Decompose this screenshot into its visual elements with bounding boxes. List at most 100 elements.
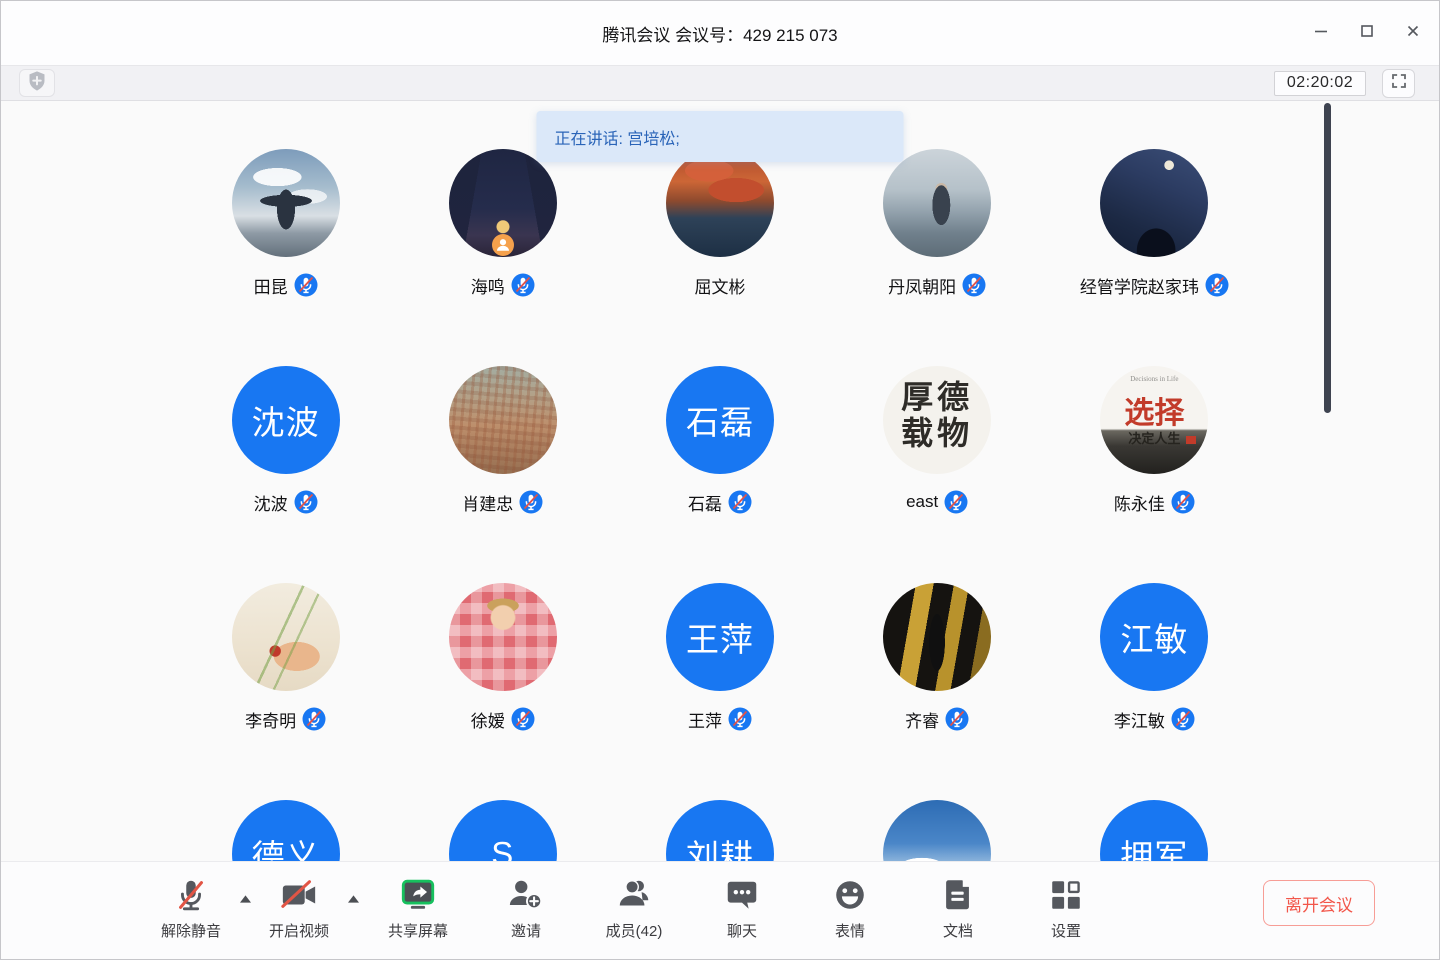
participant-tile[interactable]: 石磊石磊: [611, 366, 828, 516]
participant-tile[interactable]: 江敏李江敏: [1046, 583, 1263, 733]
participant-name-row: 李江敏: [1114, 705, 1195, 733]
avatar-initials: 石磊: [686, 396, 754, 444]
fullscreen-icon: [1390, 72, 1408, 95]
participant-name: 经管学院赵家玮: [1080, 273, 1199, 298]
participant-name: 李奇明: [245, 707, 296, 732]
participant-tile[interactable]: S: [394, 800, 611, 863]
avatar-initials: 沈波: [252, 396, 320, 444]
participant-tile[interactable]: 屈文彬: [611, 149, 828, 299]
emoji-label: 表情: [835, 920, 865, 941]
security-shield-button[interactable]: [19, 69, 55, 97]
share-screen-button[interactable]: 共享屏幕: [364, 862, 472, 941]
muted-mic-icon: [728, 707, 752, 731]
participant-tile[interactable]: 齐睿: [829, 583, 1046, 733]
close-button[interactable]: [1403, 23, 1423, 43]
meeting-timer: 02:20:02: [1274, 71, 1366, 96]
start-video-label: 开启视频: [269, 920, 329, 941]
docs-icon: [939, 875, 977, 915]
avatar-photo-night-lantern: [449, 149, 557, 257]
muted-mic-icon: [511, 707, 535, 731]
participant-name-row: 屈文彬: [694, 271, 745, 299]
minimize-button[interactable]: [1311, 23, 1331, 43]
participant-tile[interactable]: 徐嫒: [394, 583, 611, 733]
participant-name: 王萍: [688, 707, 722, 732]
members-icon: [615, 875, 653, 915]
avatar-photo-city-aerial: [449, 366, 557, 474]
unmute-label: 解除静音: [161, 920, 221, 941]
participant-name: 李江敏: [1114, 707, 1165, 732]
participant-name-row: 沈波: [254, 488, 318, 516]
emoji-button[interactable]: 表情: [796, 862, 904, 941]
participant-tile[interactable]: 田昆: [177, 149, 394, 299]
avatar: 沈波: [232, 366, 340, 474]
window-title: 腾讯会议 会议号：429 215 073: [602, 21, 837, 46]
share-screen-icon: [399, 875, 437, 915]
participant-tile[interactable]: 王萍王萍: [611, 583, 828, 733]
avatar-photo-lakeside-hiker: [883, 149, 991, 257]
muted-mic-icon: [1171, 490, 1195, 514]
avatar-initials: 刘耕: [686, 830, 754, 863]
avatar-photo-clouds: [883, 800, 991, 863]
avatar-initials: S: [491, 835, 514, 863]
participant-tile[interactable]: 经管学院赵家玮: [1046, 149, 1263, 299]
muted-mic-icon: [294, 490, 318, 514]
participant-name-row: 王萍: [688, 705, 752, 733]
members-button[interactable]: 成员(42): [580, 862, 688, 941]
participant-tile[interactable]: 厚德载物east: [829, 366, 1046, 516]
participant-name: 丹凤朝阳: [888, 273, 956, 298]
participant-name-row: 徐嫒: [471, 705, 535, 733]
participant-tile[interactable]: 拥军: [1046, 800, 1263, 863]
avatar: S: [449, 800, 557, 863]
scrollbar-thumb[interactable]: [1324, 103, 1331, 413]
participant-name-row: 田昆: [254, 271, 318, 299]
chat-label: 聊天: [727, 920, 757, 941]
emoji-icon: [831, 875, 869, 915]
settings-icon: [1047, 875, 1085, 915]
muted-mic-icon: [962, 273, 986, 297]
docs-label: 文档: [943, 920, 973, 941]
leave-meeting-button[interactable]: 离开会议: [1263, 880, 1375, 926]
participant-name-row: 陈永佳: [1114, 488, 1195, 516]
top-ribbon: 02:20:02: [1, 65, 1439, 101]
avatar-initials: 拥军: [1120, 830, 1188, 863]
participant-name: 肖建忠: [462, 490, 513, 515]
participant-tile[interactable]: 李奇明: [177, 583, 394, 733]
avatar-photo-autumn-lake: [666, 149, 774, 257]
avatar: 江敏: [1100, 583, 1208, 691]
participant-tile[interactable]: 德义: [177, 800, 394, 863]
camera-off-icon: [280, 875, 318, 915]
settings-button[interactable]: 设置: [1012, 862, 1120, 941]
muted-mic-icon: [945, 707, 969, 731]
participant-tile[interactable]: 肖建忠: [394, 366, 611, 516]
participant-grid: 田昆海鸣屈文彬丹凤朝阳经管学院赵家玮沈波沈波肖建忠石磊石磊厚德载物eastDec…: [177, 101, 1263, 863]
participant-tile[interactable]: 沈波沈波: [177, 366, 394, 516]
participant-tile[interactable]: 海鸣: [394, 149, 611, 299]
participant-name: 陈永佳: [1114, 490, 1165, 515]
tencent-meeting-window: 腾讯会议 会议号：429 215 073 02:20:02 正在讲话: 宫培松;…: [0, 0, 1440, 960]
participant-name: east: [906, 492, 938, 512]
invite-button[interactable]: 邀请: [472, 862, 580, 941]
window-controls: [1311, 1, 1423, 65]
participant-tile[interactable]: Decisions in Life选择决定人生陈永佳: [1046, 366, 1263, 516]
unmute-button[interactable]: 解除静音: [137, 862, 245, 941]
fullscreen-button[interactable]: [1382, 69, 1415, 98]
avatar-photo-book-cover: Decisions in Life选择决定人生: [1100, 366, 1208, 474]
maximize-button[interactable]: [1357, 23, 1377, 43]
participant-tile[interactable]: 丹凤朝阳: [829, 149, 1046, 299]
participant-tile[interactable]: [829, 800, 1046, 863]
avatar-photo-night-moon: [1100, 149, 1208, 257]
docs-button[interactable]: 文档: [904, 862, 1012, 941]
avatar-overlay-top: Decisions in Life: [1100, 375, 1208, 383]
maximize-icon: [1359, 23, 1375, 44]
muted-mic-icon: [511, 273, 535, 297]
participant-tile[interactable]: 刘耕: [611, 800, 828, 863]
close-icon: [1405, 23, 1421, 44]
start-video-button[interactable]: 开启视频: [245, 862, 353, 941]
avatar: 石磊: [666, 366, 774, 474]
chat-button[interactable]: 聊天: [688, 862, 796, 941]
start-video-options-caret[interactable]: [348, 890, 359, 908]
participant-name: 海鸣: [471, 273, 505, 298]
speaking-banner-text: 正在讲话: 宫培松;: [555, 125, 680, 149]
participant-name: 徐嫒: [471, 707, 505, 732]
participant-name: 齐睿: [905, 707, 939, 732]
